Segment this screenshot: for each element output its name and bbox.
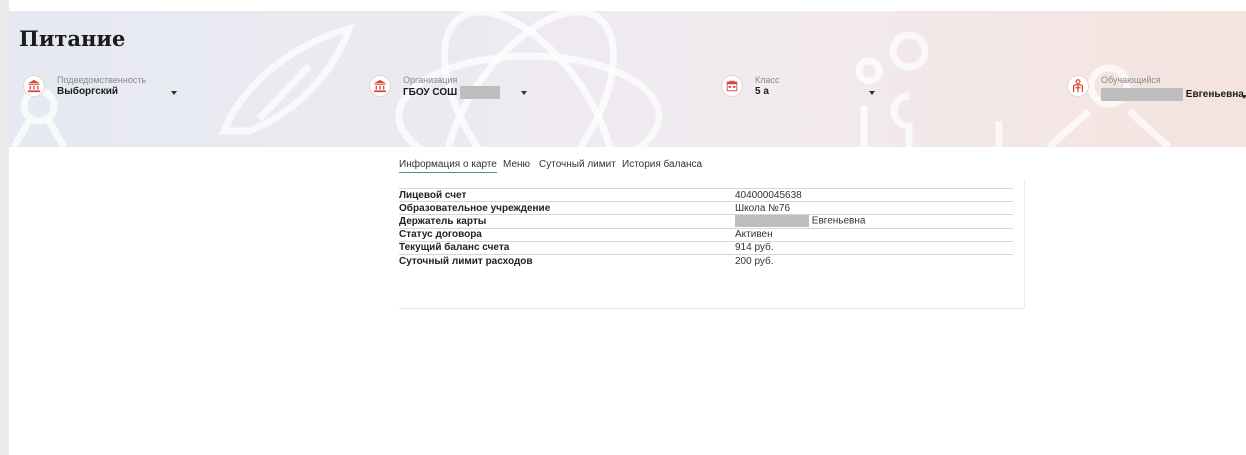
student-name: Евгеньевна — [1185, 89, 1244, 101]
card-holder-name: Евгеньевна — [811, 216, 866, 228]
redacted-block — [735, 215, 809, 228]
row-value: 914 руб. — [735, 240, 1013, 255]
table-row: Лицевой счет 404000045638 — [399, 187, 1013, 202]
chevron-down-icon[interactable] — [521, 91, 527, 95]
redacted-block — [459, 86, 500, 99]
organization-name: ГБОУ СОШ — [403, 87, 458, 99]
row-key: Текущий баланс счета — [399, 240, 735, 255]
row-key: Статус договора — [399, 227, 735, 242]
row-value: Школа №76 — [735, 201, 1013, 215]
card-info-table: Лицевой счет 404000045638 Образовательно… — [399, 187, 1013, 268]
district-selector[interactable]: Подведомственность Выборгский — [23, 73, 193, 109]
row-key: Образовательное учреждение — [399, 201, 735, 215]
student-value: Евгеньевна — [1101, 88, 1244, 101]
table-row: Держатель карты Евгеньевна — [399, 214, 1013, 229]
redacted-block — [1101, 88, 1183, 101]
district-label: Подведомственность — [57, 75, 147, 85]
student-selector[interactable]: Обучающийся Евгеньевна — [1067, 73, 1246, 109]
tab-menu[interactable]: Меню — [503, 159, 530, 170]
class-value: 5 а — [755, 86, 769, 97]
class-selector[interactable]: Класс 5 а — [721, 73, 901, 109]
row-value: 404000045638 — [735, 187, 1013, 202]
district-value: Выборгский — [57, 86, 119, 97]
class-icon — [721, 75, 743, 97]
organization-value: ГБОУ СОШ — [403, 86, 500, 99]
chevron-down-icon[interactable] — [171, 91, 177, 95]
chevron-down-icon[interactable] — [1241, 95, 1246, 99]
row-key: Лицевой счет — [399, 187, 735, 202]
tab-card-info[interactable]: Информация о карте — [399, 159, 497, 173]
row-key: Суточный лимит расходов — [399, 253, 735, 268]
table-row: Текущий баланс счета 914 руб. — [399, 240, 1013, 255]
class-label: Класс — [755, 75, 780, 85]
organization-label: Организация — [403, 75, 458, 85]
table-row: Суточный лимит расходов 200 руб. — [399, 253, 1013, 268]
left-sidebar-strip — [0, 0, 9, 455]
row-value: Евгеньевна — [735, 214, 1013, 229]
row-value: Активен — [735, 227, 1013, 242]
page: Питание Подведомственность Выборгский Ор… — [0, 0, 1246, 455]
table-row: Образовательное учреждение Школа №76 — [399, 201, 1013, 215]
background-decoration — [10, 11, 1172, 147]
table-row: Статус договора Активен — [399, 227, 1013, 242]
student-label: Обучающийся — [1101, 75, 1161, 85]
row-key: Держатель карты — [399, 214, 735, 229]
chevron-down-icon[interactable] — [869, 91, 875, 95]
institution-icon — [23, 75, 45, 97]
institution-icon — [369, 75, 391, 97]
header-banner: Питание Подведомственность Выборгский Ор… — [9, 11, 1246, 147]
tab-daily-limit[interactable]: Суточный лимит — [539, 159, 616, 170]
organization-selector[interactable]: Организация ГБОУ СОШ — [369, 73, 549, 109]
row-value: 200 руб. — [735, 253, 1013, 268]
page-title: Питание — [19, 26, 126, 51]
tab-balance-history[interactable]: История баланса — [622, 159, 702, 170]
student-icon — [1067, 75, 1089, 97]
card-info-panel: Лицевой счет 404000045638 Образовательно… — [399, 180, 1025, 309]
